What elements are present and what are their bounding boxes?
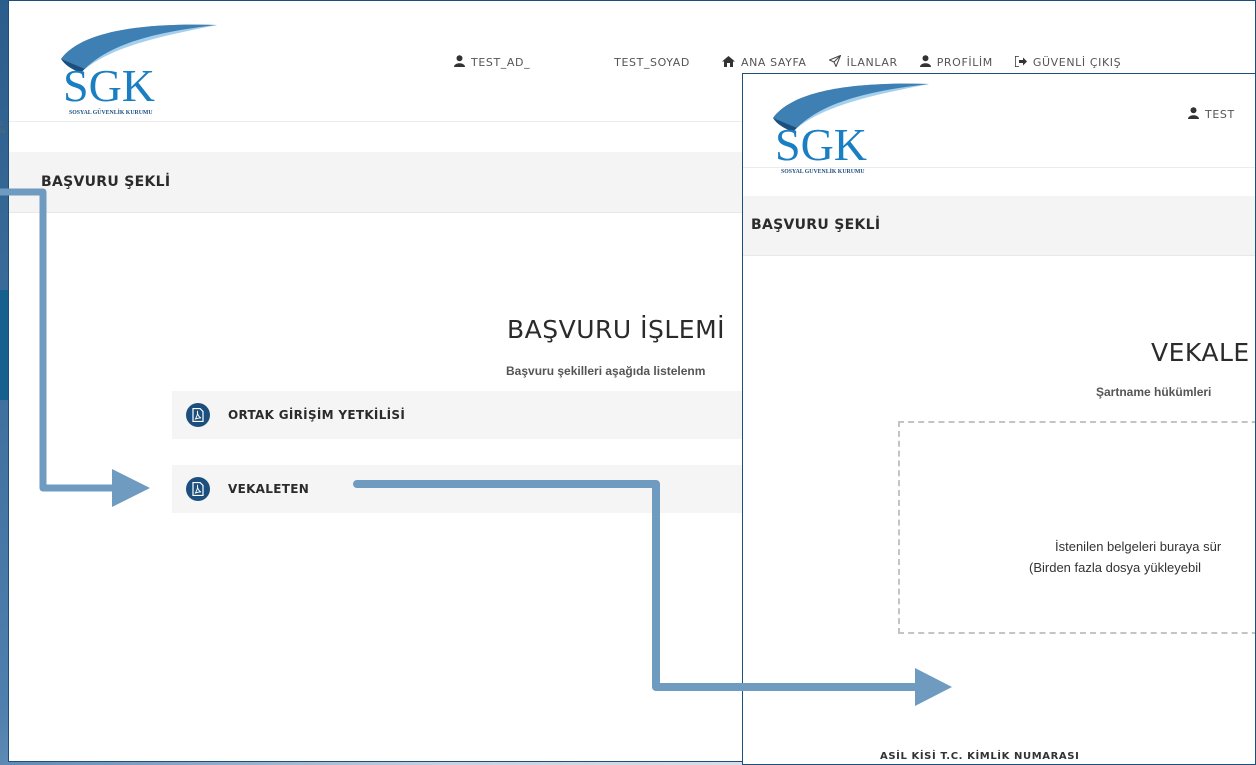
- section-title: BAŞVURU ŞEKLİ: [751, 217, 881, 233]
- nav-logout-link[interactable]: GÜVENLİ ÇIKIŞ: [1014, 54, 1121, 70]
- application-window-proxy-upload: SGK SOSYAL GÜVENLİK KURUMU TEST BAŞVURU …: [742, 73, 1256, 765]
- sgk-logo[interactable]: SGK SOSYAL GÜVENLİK KURUMU: [767, 80, 937, 180]
- sgk-logo[interactable]: SGK SOSYAL GÜVENLİK KURUMU: [55, 21, 225, 121]
- user-first-name[interactable]: TEST: [1188, 107, 1235, 122]
- svg-text:SGK: SGK: [63, 60, 155, 111]
- home-icon: [721, 55, 735, 70]
- user-last-name[interactable]: TEST_SOYAD: [614, 56, 690, 69]
- user-first-name[interactable]: TEST_AD_: [454, 55, 530, 70]
- drop-zone-instruction: İstenilen belgeleri buraya sür: [1055, 539, 1222, 554]
- user-icon: [919, 55, 931, 70]
- header-divider: [743, 167, 1255, 168]
- method-label: ORTAK GİRİŞİM YETKİLİSİ: [228, 408, 406, 422]
- logout-icon: [1014, 54, 1027, 70]
- file-drop-zone[interactable]: [898, 421, 1255, 634]
- page-heading: VEKALE: [1151, 338, 1250, 367]
- nav-profile-link[interactable]: PROFİLİM: [919, 55, 993, 70]
- nav-listings-link[interactable]: İLANLAR: [827, 54, 898, 70]
- top-navigation: TEST: [1188, 107, 1235, 122]
- svg-text:SOSYAL GÜVENLİK KURUMU: SOSYAL GÜVENLİK KURUMU: [69, 109, 153, 116]
- user-icon: [454, 55, 465, 70]
- drop-zone-hint: (Birden fazla dosya yükleyebil: [1029, 560, 1201, 575]
- svg-text:SGK: SGK: [775, 119, 867, 170]
- send-icon: [827, 54, 841, 70]
- tc-id-field-label: ASİL KİSİ T.C. KİMLİK NUMARASI: [880, 751, 1080, 762]
- pdf-icon: [186, 477, 210, 501]
- section-title: BAŞVURU ŞEKLİ: [41, 174, 171, 190]
- top-navigation: TEST_AD_ TEST_SOYAD ANA SAYFA İLANLAR PR…: [454, 54, 1121, 70]
- side-panel-tab: [0, 290, 8, 400]
- nav-home-link[interactable]: ANA SAYFA: [721, 55, 807, 70]
- page-heading: BAŞVURU İŞLEMİ: [507, 315, 726, 344]
- page-subheading: Başvuru şekilleri aşağıda listelenm: [506, 364, 706, 378]
- background-text: z. la: [0, 121, 5, 135]
- pdf-icon: [186, 403, 210, 427]
- section-header-band: BAŞVURU ŞEKLİ: [743, 196, 1255, 256]
- svg-text:SOSYAL GÜVENLİK KURUMU: SOSYAL GÜVENLİK KURUMU: [781, 168, 865, 175]
- method-label: VEKALETEN: [228, 482, 310, 496]
- user-icon: [1188, 107, 1199, 122]
- page-subheading: Şartname hükümleri: [1096, 385, 1212, 399]
